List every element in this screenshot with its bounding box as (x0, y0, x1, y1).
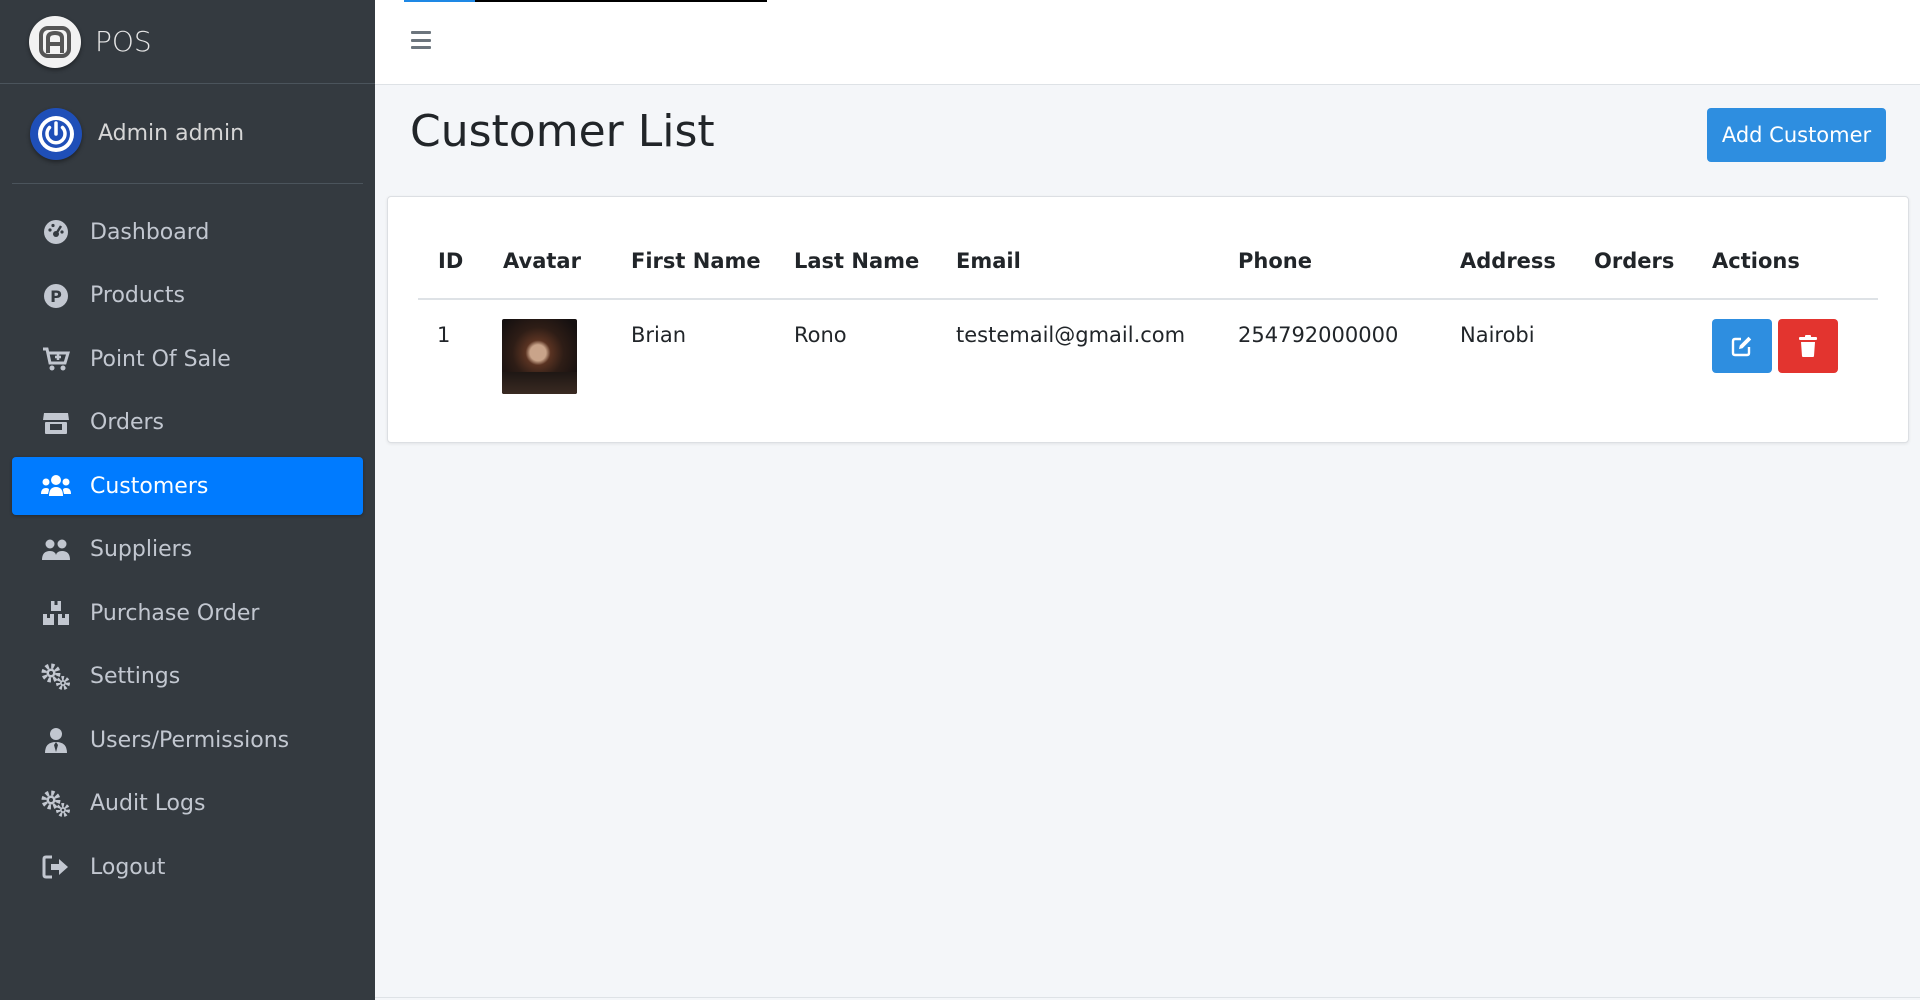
user-name: Admin admin (98, 121, 245, 146)
delete-button[interactable] (1778, 319, 1838, 373)
sidebar-item-label: Suppliers (90, 537, 193, 562)
dashboard-gauge-icon (40, 216, 72, 248)
sidebar: POS Admin admin Dashboard P Products Poi… (0, 0, 375, 1000)
customer-table-card: ID Avatar First Name Last Name Email Pho… (387, 196, 1909, 443)
sidebar-item-label: Users/Permissions (90, 727, 290, 753)
cell-phone: 254792000000 (1238, 323, 1399, 347)
sidebar-item-purchase-order[interactable]: Purchase Order (12, 584, 363, 642)
cell-last-name: Rono (794, 323, 847, 347)
user-panel[interactable]: Admin admin (12, 84, 363, 184)
sidebar-item-label: Products (90, 283, 185, 308)
trash-icon (1799, 335, 1817, 357)
cogs-icon (40, 661, 72, 693)
cart-plus-icon (40, 343, 72, 375)
sidebar-item-products[interactable]: P Products (12, 267, 363, 325)
sidebar-item-label: Settings (90, 664, 181, 689)
sidebar-item-label: Dashboard (90, 219, 210, 245)
products-p-circle-icon: P (40, 280, 72, 312)
column-header-id[interactable]: ID (438, 249, 463, 273)
table-header-divider (418, 298, 1878, 300)
page-title: Customer List (410, 106, 715, 157)
column-header-address[interactable]: Address (1460, 249, 1556, 273)
column-header-orders[interactable]: Orders (1594, 249, 1674, 273)
cogs-icon (40, 788, 72, 820)
sidebar-item-label: Orders (90, 410, 164, 435)
boxes-icon (40, 597, 72, 629)
column-header-email[interactable]: Email (956, 249, 1021, 273)
sidebar-item-users-permissions[interactable]: Users/Permissions (12, 711, 363, 769)
brand-name: POS (95, 25, 152, 58)
sidebar-item-suppliers[interactable]: Suppliers (12, 521, 363, 579)
store-icon (40, 407, 72, 439)
footer-divider (375, 997, 1920, 998)
column-header-avatar[interactable]: Avatar (503, 249, 581, 273)
sidebar-item-customers[interactable]: Customers (12, 457, 363, 515)
column-header-first-name[interactable]: First Name (631, 249, 761, 273)
sidebar-item-audit-logs[interactable]: Audit Logs (12, 775, 363, 833)
cell-email: testemail@gmail.com (956, 323, 1186, 347)
sidebar-item-logout[interactable]: Logout (12, 838, 363, 896)
page-loading-bar (404, 0, 767, 2)
sidebar-nav: Dashboard P Products Point Of Sale Order… (0, 203, 375, 896)
user-avatar-power-icon (30, 107, 82, 160)
svg-text:P: P (50, 287, 62, 306)
column-header-actions: Actions (1712, 249, 1800, 273)
user-group-icon (40, 534, 72, 566)
column-header-last-name[interactable]: Last Name (794, 249, 919, 273)
brand-logo-icon (29, 15, 81, 68)
cell-address: Nairobi (1460, 323, 1535, 347)
edit-icon (1731, 336, 1752, 357)
brand[interactable]: POS (0, 0, 375, 84)
sidebar-item-orders[interactable]: Orders (12, 394, 363, 452)
sidebar-item-settings[interactable]: Settings (12, 648, 363, 706)
sign-out-icon (40, 851, 72, 883)
cell-first-name: Brian (631, 323, 687, 347)
users-icon (40, 470, 72, 502)
column-header-phone[interactable]: Phone (1238, 249, 1312, 273)
add-customer-button[interactable]: Add Customer (1707, 108, 1886, 162)
customer-avatar-image (502, 319, 577, 394)
sidebar-item-label: Logout (90, 854, 166, 880)
edit-button[interactable] (1712, 319, 1772, 373)
sidebar-item-label: Point Of Sale (90, 346, 231, 372)
sidebar-item-label: Purchase Order (90, 600, 260, 626)
sidebar-item-label: Audit Logs (90, 791, 206, 816)
menu-toggle-icon[interactable] (409, 28, 433, 52)
sidebar-item-label: Customers (90, 473, 209, 499)
sidebar-item-dashboard[interactable]: Dashboard (12, 203, 363, 261)
sidebar-item-point-of-sale[interactable]: Point Of Sale (12, 330, 363, 388)
cell-id: 1 (437, 323, 451, 347)
user-tie-icon (40, 724, 72, 756)
top-navbar (375, 0, 1920, 85)
